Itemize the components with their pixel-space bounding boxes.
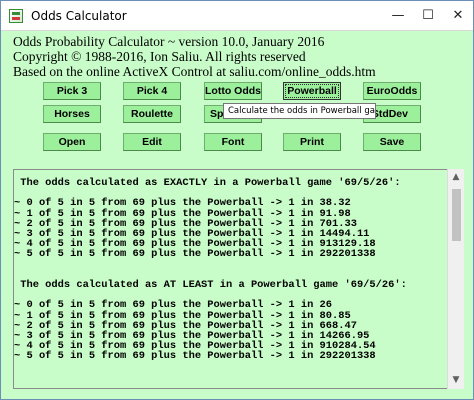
maximize-button[interactable]: ☐ <box>413 1 443 30</box>
results-scrollbar[interactable]: ▲ ▼ <box>447 169 464 389</box>
open-button[interactable]: Open <box>43 133 101 151</box>
horses-button[interactable]: Horses <box>43 105 101 123</box>
pick3-button[interactable]: Pick 3 <box>43 82 101 100</box>
results-textbox[interactable]: The odds calculated as EXACTLY in a Powe… <box>13 169 459 389</box>
save-button[interactable]: Save <box>363 133 421 151</box>
close-button[interactable]: ✕ <box>443 1 473 30</box>
pick4-button[interactable]: Pick 4 <box>123 82 181 100</box>
euroodds-button[interactable]: EuroOdds <box>363 82 421 100</box>
header-line-source: Based on the online ActiveX Control at s… <box>13 64 376 79</box>
minimize-button[interactable]: — <box>383 1 413 30</box>
app-icon <box>9 9 23 23</box>
header-info: Odds Probability Calculator ~ version 10… <box>13 34 463 79</box>
results-text: The odds calculated as EXACTLY in a Powe… <box>14 178 444 362</box>
window-title: Odds Calculator <box>31 9 127 23</box>
print-button[interactable]: Print <box>283 133 341 151</box>
powerball-tooltip: Calculate the odds in Powerball games <box>223 103 376 119</box>
results-line <box>14 260 444 270</box>
edit-button[interactable]: Edit <box>123 133 181 151</box>
scrollbar-thumb[interactable] <box>452 189 461 241</box>
results-line: ~ 5 of 5 in 5 from 69 plus the Powerball… <box>14 350 376 363</box>
font-button[interactable]: Font <box>204 133 262 151</box>
powerball-button[interactable]: Powerball <box>283 82 341 100</box>
lotto-odds-button[interactable]: Lotto Odds <box>204 82 262 100</box>
title-bar[interactable]: Odds Calculator — ☐ ✕ <box>1 1 473 31</box>
header-line-copyright: Copyright © 1988-2016, Ion Saliu. All ri… <box>13 49 306 64</box>
header-line-title: Odds Probability Calculator ~ version 10… <box>13 34 325 49</box>
odds-calculator-window: Odds Calculator — ☐ ✕ Odds Probability C… <box>0 0 474 400</box>
results-line: ~ 5 of 5 in 5 from 69 plus the Powerball… <box>14 248 376 261</box>
results-line: The odds calculated as EXACTLY in a Powe… <box>14 177 401 189</box>
scroll-up-icon[interactable]: ▲ <box>448 169 464 186</box>
scroll-down-icon[interactable]: ▼ <box>448 372 464 389</box>
results-line: The odds calculated as AT LEAST in a Pow… <box>14 279 407 292</box>
roulette-button[interactable]: Roulette <box>123 105 181 123</box>
